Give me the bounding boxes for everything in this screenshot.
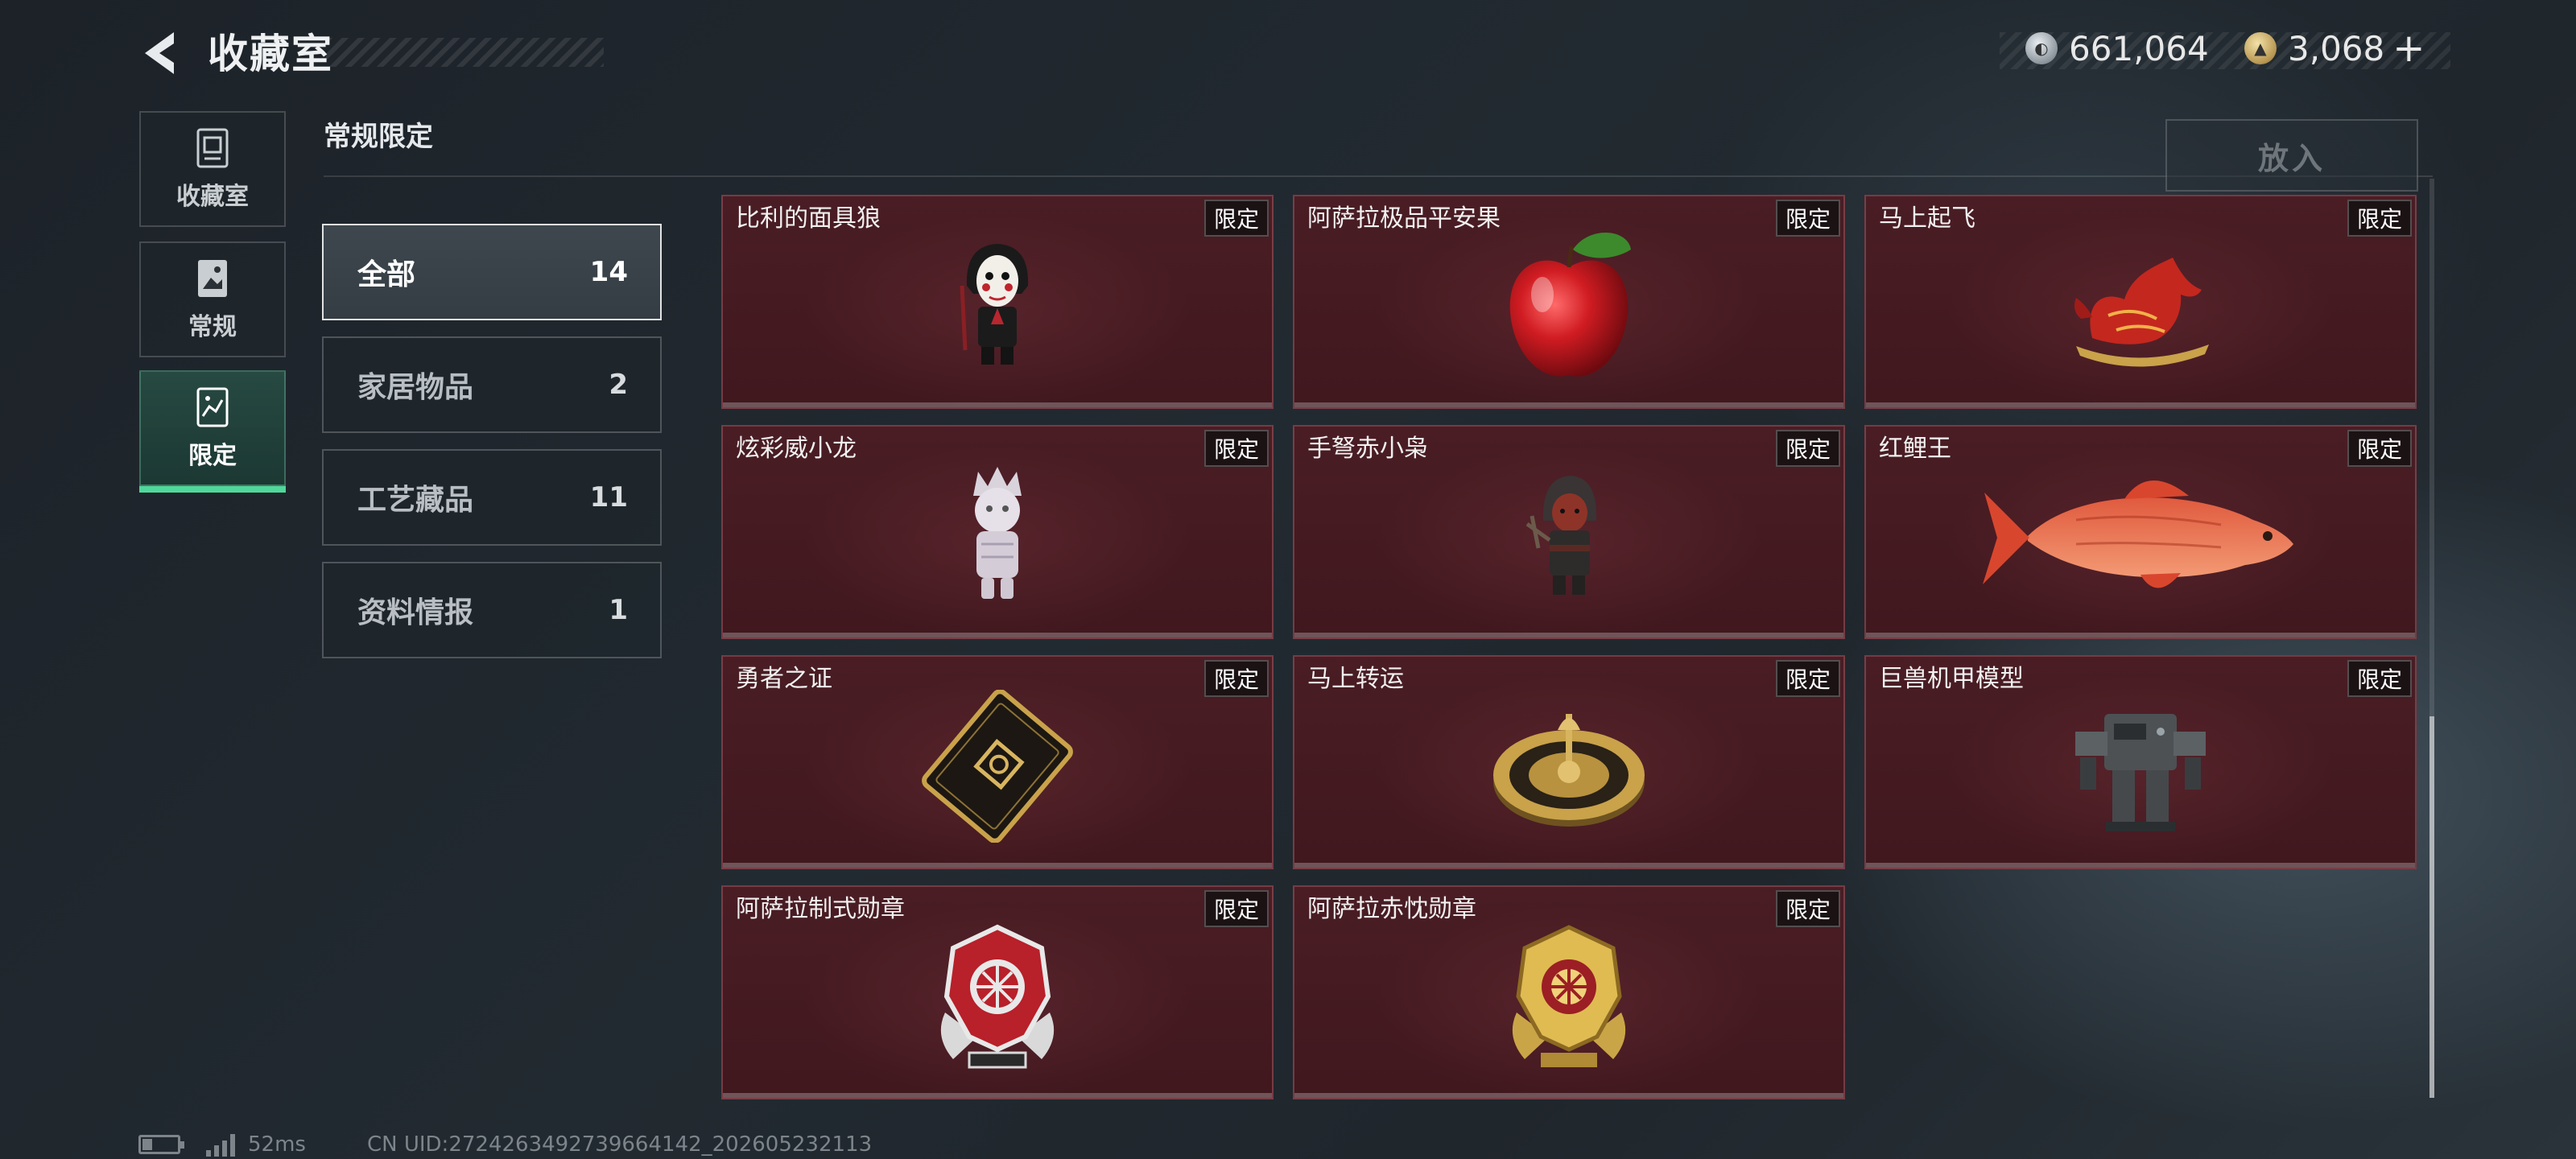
- limited-badge: 限定: [1775, 890, 1840, 927]
- item-card[interactable]: 红鲤王 限定: [1864, 425, 2417, 639]
- put-in-button[interactable]: 放入: [2165, 119, 2418, 192]
- ping-value: 52ms: [248, 1132, 306, 1157]
- limited-badge: 限定: [1775, 660, 1840, 697]
- red-carp-icon: [1983, 481, 2293, 588]
- red-horse-icon: [2074, 258, 2209, 367]
- add-currency-icon[interactable]: +: [2392, 26, 2425, 71]
- limited-badge: 限定: [1203, 890, 1269, 927]
- back-arrow-icon: [145, 32, 174, 74]
- item-card[interactable]: 马上转运 限定: [1293, 655, 1845, 869]
- item-name: 勇者之证: [736, 665, 832, 693]
- item-card[interactable]: 手弩赤小枭 限定: [1293, 425, 1845, 639]
- white-figure-icon: [973, 467, 1022, 600]
- uid-text: CN UID:2724263492739664142_202605232113: [366, 1132, 873, 1157]
- scrollbar-thumb[interactable]: [2429, 716, 2434, 1098]
- status-footer: 52ms CN UID:2724263492739664142_20260523…: [138, 1130, 872, 1159]
- limited-badge: 限定: [1203, 430, 1269, 467]
- nav-label-limited: 限定: [188, 442, 237, 470]
- collection-icon: [196, 128, 229, 168]
- category-name: 全部: [357, 258, 416, 291]
- category-intel[interactable]: 资料情报 1: [322, 562, 662, 658]
- section-title: 常规限定: [324, 121, 433, 153]
- currency-gold[interactable]: ▲ 3,068 +: [2244, 26, 2425, 71]
- currency-silver: ◐ 661,064: [2025, 26, 2209, 71]
- category-name: 家居物品: [357, 371, 474, 404]
- title-decoration: [326, 38, 604, 67]
- limited-badge: 限定: [1203, 200, 1269, 237]
- category-crafts[interactable]: 工艺藏品 11: [322, 449, 662, 546]
- limited-icon: [196, 387, 229, 427]
- red-medal-icon: [940, 924, 1055, 1069]
- item-name: 炫彩威小龙: [736, 435, 857, 463]
- category-count: 2: [609, 369, 628, 401]
- mech-model-icon: [2075, 714, 2206, 832]
- currency-silver-value: 661,064: [2069, 28, 2209, 68]
- limited-badge: 限定: [2347, 430, 2412, 467]
- section-divider: [324, 175, 2433, 177]
- item-name: 马上转运: [1307, 665, 1404, 693]
- nav-item-collection[interactable]: 收藏室: [139, 111, 286, 227]
- limited-badge: 限定: [1203, 660, 1269, 697]
- item-name: 比利的面具狼: [736, 204, 881, 233]
- nav-item-limited[interactable]: 限定: [139, 370, 286, 493]
- golden-compass-icon: [1493, 714, 1645, 827]
- item-name: 阿萨拉制式勋章: [736, 895, 905, 923]
- nav-item-regular[interactable]: 常规: [139, 241, 286, 357]
- item-card[interactable]: 阿萨拉赤忱勋章 限定: [1293, 885, 1845, 1099]
- item-name: 马上起飞: [1879, 204, 1975, 233]
- limited-badge: 限定: [2347, 200, 2412, 237]
- gold-medal-icon: [1512, 925, 1626, 1068]
- limited-badge: 限定: [1775, 430, 1840, 467]
- item-card[interactable]: 阿萨拉极品平安果 限定: [1293, 195, 1845, 409]
- item-card[interactable]: 炫彩威小龙 限定: [721, 425, 1274, 639]
- gold-coin-icon: ▲: [2244, 32, 2277, 64]
- regular-icon: [198, 260, 227, 297]
- item-name: 阿萨拉极品平安果: [1307, 204, 1501, 233]
- nav-label-regular: 常规: [188, 313, 237, 341]
- item-card[interactable]: 勇者之证 限定: [721, 655, 1274, 869]
- apple-icon: [1509, 233, 1631, 377]
- signal-icon: [206, 1132, 235, 1157]
- back-button[interactable]: [138, 29, 187, 77]
- item-name: 阿萨拉赤忱勋章: [1307, 895, 1476, 923]
- category-count: 14: [589, 256, 628, 288]
- nav-label-collection: 收藏室: [176, 183, 249, 211]
- category-name: 资料情报: [357, 596, 474, 629]
- item-card[interactable]: 阿萨拉制式勋章 限定: [721, 885, 1274, 1099]
- hooded-figure-icon: [1525, 476, 1597, 596]
- item-card[interactable]: 比利的面具狼 限定: [721, 195, 1274, 409]
- category-count: 1: [609, 594, 628, 626]
- currency-gold-value: 3,068: [2288, 28, 2385, 68]
- puppet-figure-icon: [960, 244, 1029, 365]
- category-count: 11: [589, 481, 628, 514]
- page-title-wrap: 收藏室: [208, 24, 333, 77]
- battery-icon: [138, 1135, 184, 1154]
- card-icon: [922, 690, 1073, 843]
- page-title: 收藏室: [208, 31, 333, 77]
- item-card[interactable]: 巨兽机甲模型 限定: [1864, 655, 2417, 869]
- limited-badge: 限定: [2347, 660, 2412, 697]
- item-name: 红鲤王: [1879, 435, 1951, 463]
- category-name: 工艺藏品: [357, 484, 474, 517]
- item-card[interactable]: 马上起飞 限定: [1864, 195, 2417, 409]
- item-name: 手弩赤小枭: [1307, 435, 1428, 463]
- silver-coin-icon: ◐: [2025, 32, 2058, 64]
- item-name: 巨兽机甲模型: [1879, 665, 2024, 693]
- category-home[interactable]: 家居物品 2: [322, 336, 662, 433]
- limited-badge: 限定: [1775, 200, 1840, 237]
- category-all[interactable]: 全部 14: [322, 224, 662, 320]
